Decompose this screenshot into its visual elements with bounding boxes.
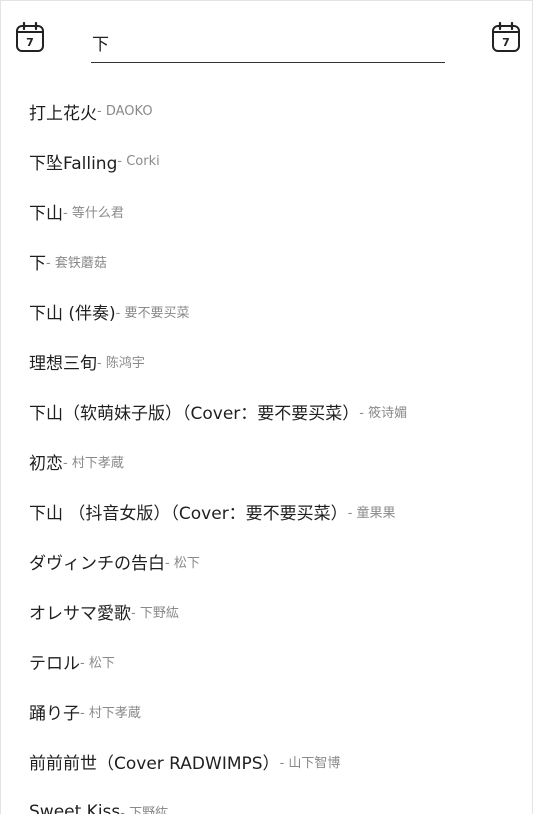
song-title: 前前前世（Cover RADWIMPS） [29,754,280,775]
song-artist: - 山下智博 [279,756,341,772]
song-title: 下山 [29,203,63,224]
calendar-icon[interactable]: 7 [15,21,45,53]
song-artist: - 松下 [80,656,115,672]
song-title: 下坠Falling [29,153,118,174]
song-artist: - 筱诗媚 [359,405,408,421]
list-item[interactable]: Sweet Kiss - 下野紘 [29,787,532,814]
song-title: 下山 (伴奏) [29,303,116,324]
list-item[interactable]: 前前前世（Cover RADWIMPS） - 山下智博 [29,737,532,787]
list-item[interactable]: 理想三旬 - 陈鸿宇 [29,336,532,386]
list-item[interactable]: 踊り子 - 村下孝蔵 [29,687,532,737]
calendar-day-label: 7 [502,36,510,49]
song-artist: - 等什么君 [63,205,124,221]
list-item[interactable]: 初恋 - 村下孝蔵 [29,436,532,486]
search-input[interactable] [91,25,446,59]
song-artist: - 下野紘 [120,806,169,814]
list-item[interactable]: 下山 (伴奏) - 要不要买菜 [29,286,532,336]
song-artist: - 套铁蘑菇 [46,255,107,271]
song-artist: - 松下 [165,556,200,572]
song-title: 理想三旬 [29,353,97,374]
calendar-icon[interactable]: 7 [491,21,521,53]
song-artist: - DAOKO [97,103,153,119]
list-item[interactable]: 下- 套铁蘑菇 [29,236,532,286]
list-item[interactable]: 打上花火 - DAOKO [29,86,532,136]
song-title: オレサマ愛歌 [29,604,131,625]
search-field[interactable] [91,25,446,63]
calendar-day-label: 7 [26,36,34,49]
list-item[interactable]: ダヴィンチの告白 - 松下 [29,537,532,587]
list-item[interactable]: 下坠Falling - Corki [29,136,532,186]
song-title: 踊り子 [29,704,80,725]
list-item[interactable]: 下山 （抖音女版）（Cover：要不要买菜） - 童果果 [29,487,532,537]
song-title: 下山（软萌妹子版）（Cover：要不要买菜） [29,403,360,424]
song-artist: - 童果果 [347,506,396,522]
song-title: 下 [29,253,46,274]
song-title: 下山 （抖音女版）（Cover：要不要买菜） [29,504,348,525]
list-item[interactable]: テロル - 松下 [29,637,532,687]
list-item[interactable]: 下山（软萌妹子版）（Cover：要不要买菜） - 筱诗媚 [29,386,532,436]
song-artist: - 村下孝蔵 [80,706,141,722]
song-title: 初恋 [29,453,63,474]
song-artist: - 下野紘 [131,606,179,622]
list-item[interactable]: 下山 - 等什么君 [29,186,532,236]
song-title: 打上花火 [29,103,97,124]
search-results-list: 打上花火 - DAOKO 下坠Falling - Corki 下山 - 等什么君 下-… [29,86,532,814]
list-item[interactable]: オレサマ愛歌 - 下野紘 [29,587,532,637]
song-artist: - 村下孝蔵 [63,455,124,471]
app-window: 7 7 打上花火- DAOKO 下坠Falling- Corki 下山- 等什么… [0,0,533,814]
song-title: テロル [29,654,80,675]
song-artist: - 陈鸿宇 [97,355,145,371]
song-title: ダヴィンチの告白 [29,554,165,575]
song-artist: - 要不要买菜 [115,305,190,321]
song-artist: - Corki [117,153,160,169]
song-title: Sweet Kiss [29,801,121,814]
